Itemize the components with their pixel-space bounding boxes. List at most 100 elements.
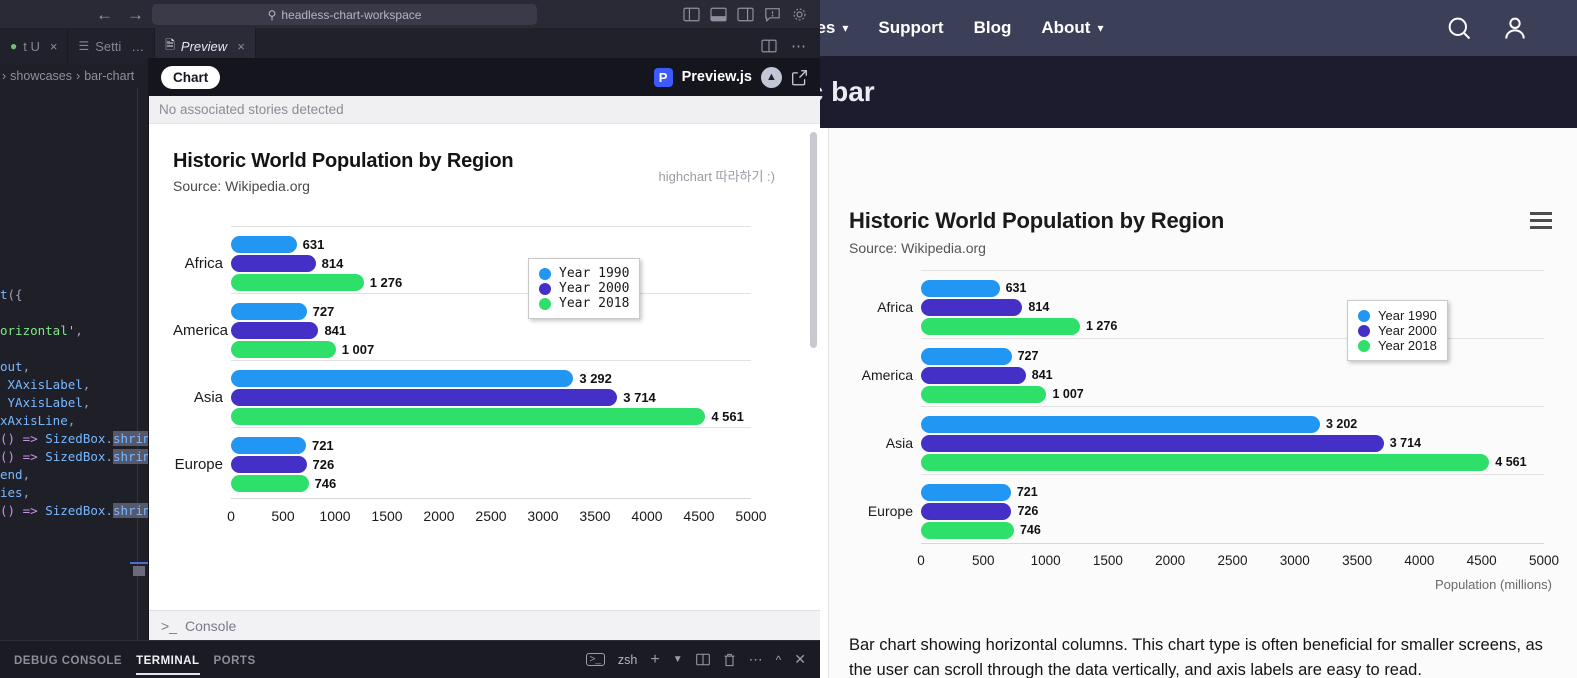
arrow-right-icon[interactable]: → <box>127 6 144 23</box>
code-line: () => SizedBox.shrink <box>0 448 148 466</box>
more-actions-icon[interactable]: ⋯ <box>749 651 763 668</box>
preview-header-actions: P Preview.js ▲ <box>653 66 808 88</box>
bar-value-label: 631 <box>1005 281 1027 296</box>
legend-item[interactable]: Year 2000 <box>1358 323 1437 338</box>
breadcrumb-item-showcases[interactable]: showcases <box>10 69 72 83</box>
trash-icon[interactable] <box>723 653 736 667</box>
bar-value-label: 814 <box>321 256 344 271</box>
layout-panel-alert-icon[interactable] <box>764 7 781 22</box>
code-line: xAxisLine, <box>0 413 76 428</box>
account-icon[interactable] <box>1501 14 1529 42</box>
preview-console-bar[interactable]: >_ Console <box>149 610 820 640</box>
bar-value-label: 3 714 <box>1389 436 1422 451</box>
nav-item-about[interactable]: About ▾ <box>1041 18 1103 38</box>
code-editor[interactable]: t({ orizontal', out, XAxisLabel, YAxisLa… <box>0 88 148 640</box>
code-line: () => SizedBox.shrink <box>0 502 148 520</box>
nav-item-support[interactable]: Support <box>878 18 943 38</box>
bar-value-label: 814 <box>1028 300 1050 315</box>
bar <box>231 274 364 291</box>
bar-value-label: 746 <box>314 476 337 491</box>
bar-value-label: 1 007 <box>341 342 375 357</box>
nav-item-blog[interactable]: Blog <box>974 18 1012 38</box>
legend-label: Year 1990 <box>559 266 630 281</box>
preview-scrollbar[interactable] <box>810 132 817 348</box>
preview-body: Historic World Population by Region Sour… <box>149 124 820 610</box>
bar-value-label: 1 276 <box>1085 319 1118 334</box>
layout-panel-left-icon[interactable] <box>683 7 700 22</box>
split-editor-icon[interactable] <box>761 39 777 53</box>
x-axis-tick-label: 3000 <box>1279 553 1310 568</box>
bar <box>921 299 1023 316</box>
legend-color-swatch <box>539 282 551 295</box>
legend-item[interactable]: Year 2000 <box>539 281 629 296</box>
chart-plot-area: Africa 631 814 1 276 America 727 841 1 007 Asia 3… <box>849 270 1564 592</box>
code-line: t({ <box>0 287 23 302</box>
bar <box>231 389 618 406</box>
more-actions-icon[interactable]: ⋯ <box>791 37 806 55</box>
gear-icon[interactable] <box>791 7 808 22</box>
editor-tab-t-u[interactable]: ● t U × <box>0 28 69 64</box>
bar <box>921 522 1014 539</box>
x-axis-tick-label: 5000 <box>1528 553 1560 568</box>
legend-label: Year 2000 <box>559 281 630 296</box>
split-terminal-icon[interactable] <box>695 653 710 666</box>
chevron-up-icon[interactable]: ^ <box>776 653 782 667</box>
chart-legend[interactable]: Year 1990 Year 2000 Year 2018 <box>528 258 641 319</box>
bar <box>231 475 309 492</box>
chevron-up-icon[interactable]: ▲ <box>761 66 782 88</box>
close-icon[interactable]: × <box>50 39 58 54</box>
bar-value-label: 727 <box>1017 349 1039 364</box>
preview-component-chip[interactable]: Chart <box>161 65 221 89</box>
bar <box>921 435 1384 452</box>
chevron-down-icon[interactable]: ▼ <box>673 654 683 665</box>
vscode-window: ← → ⚲ headless-chart-workspace ● t U × ☰… <box>0 0 820 678</box>
code-line: XAxisLabel, <box>7 377 91 392</box>
bottom-tab-debug-console[interactable]: DEBUG CONSOLE <box>14 645 122 675</box>
x-axis-tick-label: 2000 <box>423 508 455 524</box>
arrow-left-icon[interactable]: ← <box>96 6 113 23</box>
x-axis-tick-label: 2500 <box>475 508 507 524</box>
x-axis-tick-label: 1500 <box>1092 553 1123 568</box>
more-actions-icon[interactable]: … <box>131 39 144 54</box>
legend-item[interactable]: Year 2018 <box>539 296 629 311</box>
breadcrumb-item-bar-chart[interactable]: bar-chart <box>84 69 134 83</box>
x-axis-tick-label: 1500 <box>371 508 403 524</box>
editor-tab-settings[interactable]: ☰ Setti … <box>68 28 156 64</box>
x-axis-tick-label: 3000 <box>527 508 559 524</box>
chart-legend[interactable]: Year 1990 Year 2000 Year 2018 <box>1347 300 1448 361</box>
tab-label: Preview <box>180 38 228 54</box>
bar-value-label: 841 <box>1031 368 1053 383</box>
search-input[interactable]: ⚲ headless-chart-workspace <box>152 4 537 25</box>
legend-item[interactable]: Year 2018 <box>1358 338 1437 353</box>
layout-panel-bottom-icon[interactable] <box>710 7 727 22</box>
layout-panel-right-icon[interactable] <box>737 7 754 22</box>
x-axis-tick-label: 0 <box>917 553 925 568</box>
bar <box>231 370 574 387</box>
bottom-tab-ports[interactable]: PORTS <box>214 645 256 675</box>
bar-value-label: 3 202 <box>1325 417 1358 432</box>
new-terminal-icon[interactable]: + <box>650 651 659 669</box>
tab-label: Setti <box>95 38 122 54</box>
search-icon[interactable] <box>1445 14 1473 42</box>
x-axis-label: Population (millions) <box>1434 577 1552 592</box>
category-label: Africa <box>184 254 223 272</box>
close-icon[interactable]: ✕ <box>794 651 806 668</box>
legend-label: Year 2018 <box>1378 338 1437 353</box>
vscode-nav-buttons: ← → <box>96 6 144 23</box>
bar-value-label: 727 <box>312 304 335 319</box>
website-content: Historic World Population by Region Sour… <box>828 128 1577 678</box>
legend-item[interactable]: Year 1990 <box>1358 308 1437 323</box>
external-link-icon[interactable] <box>791 69 808 86</box>
minimap-slider[interactable] <box>133 566 145 576</box>
category-label: America <box>173 321 229 339</box>
bottom-tab-terminal[interactable]: TERMINAL <box>136 645 200 675</box>
legend-item[interactable]: Year 1990 <box>539 266 629 281</box>
close-icon[interactable]: × <box>237 39 245 54</box>
bar <box>231 341 336 358</box>
terminal-shell-label: zsh <box>617 652 638 667</box>
grid-line <box>231 293 751 294</box>
hamburger-menu-icon[interactable] <box>1530 212 1552 233</box>
bar-value-label: 841 <box>324 323 347 338</box>
x-axis-line <box>231 498 751 499</box>
x-axis-line <box>921 543 1544 544</box>
